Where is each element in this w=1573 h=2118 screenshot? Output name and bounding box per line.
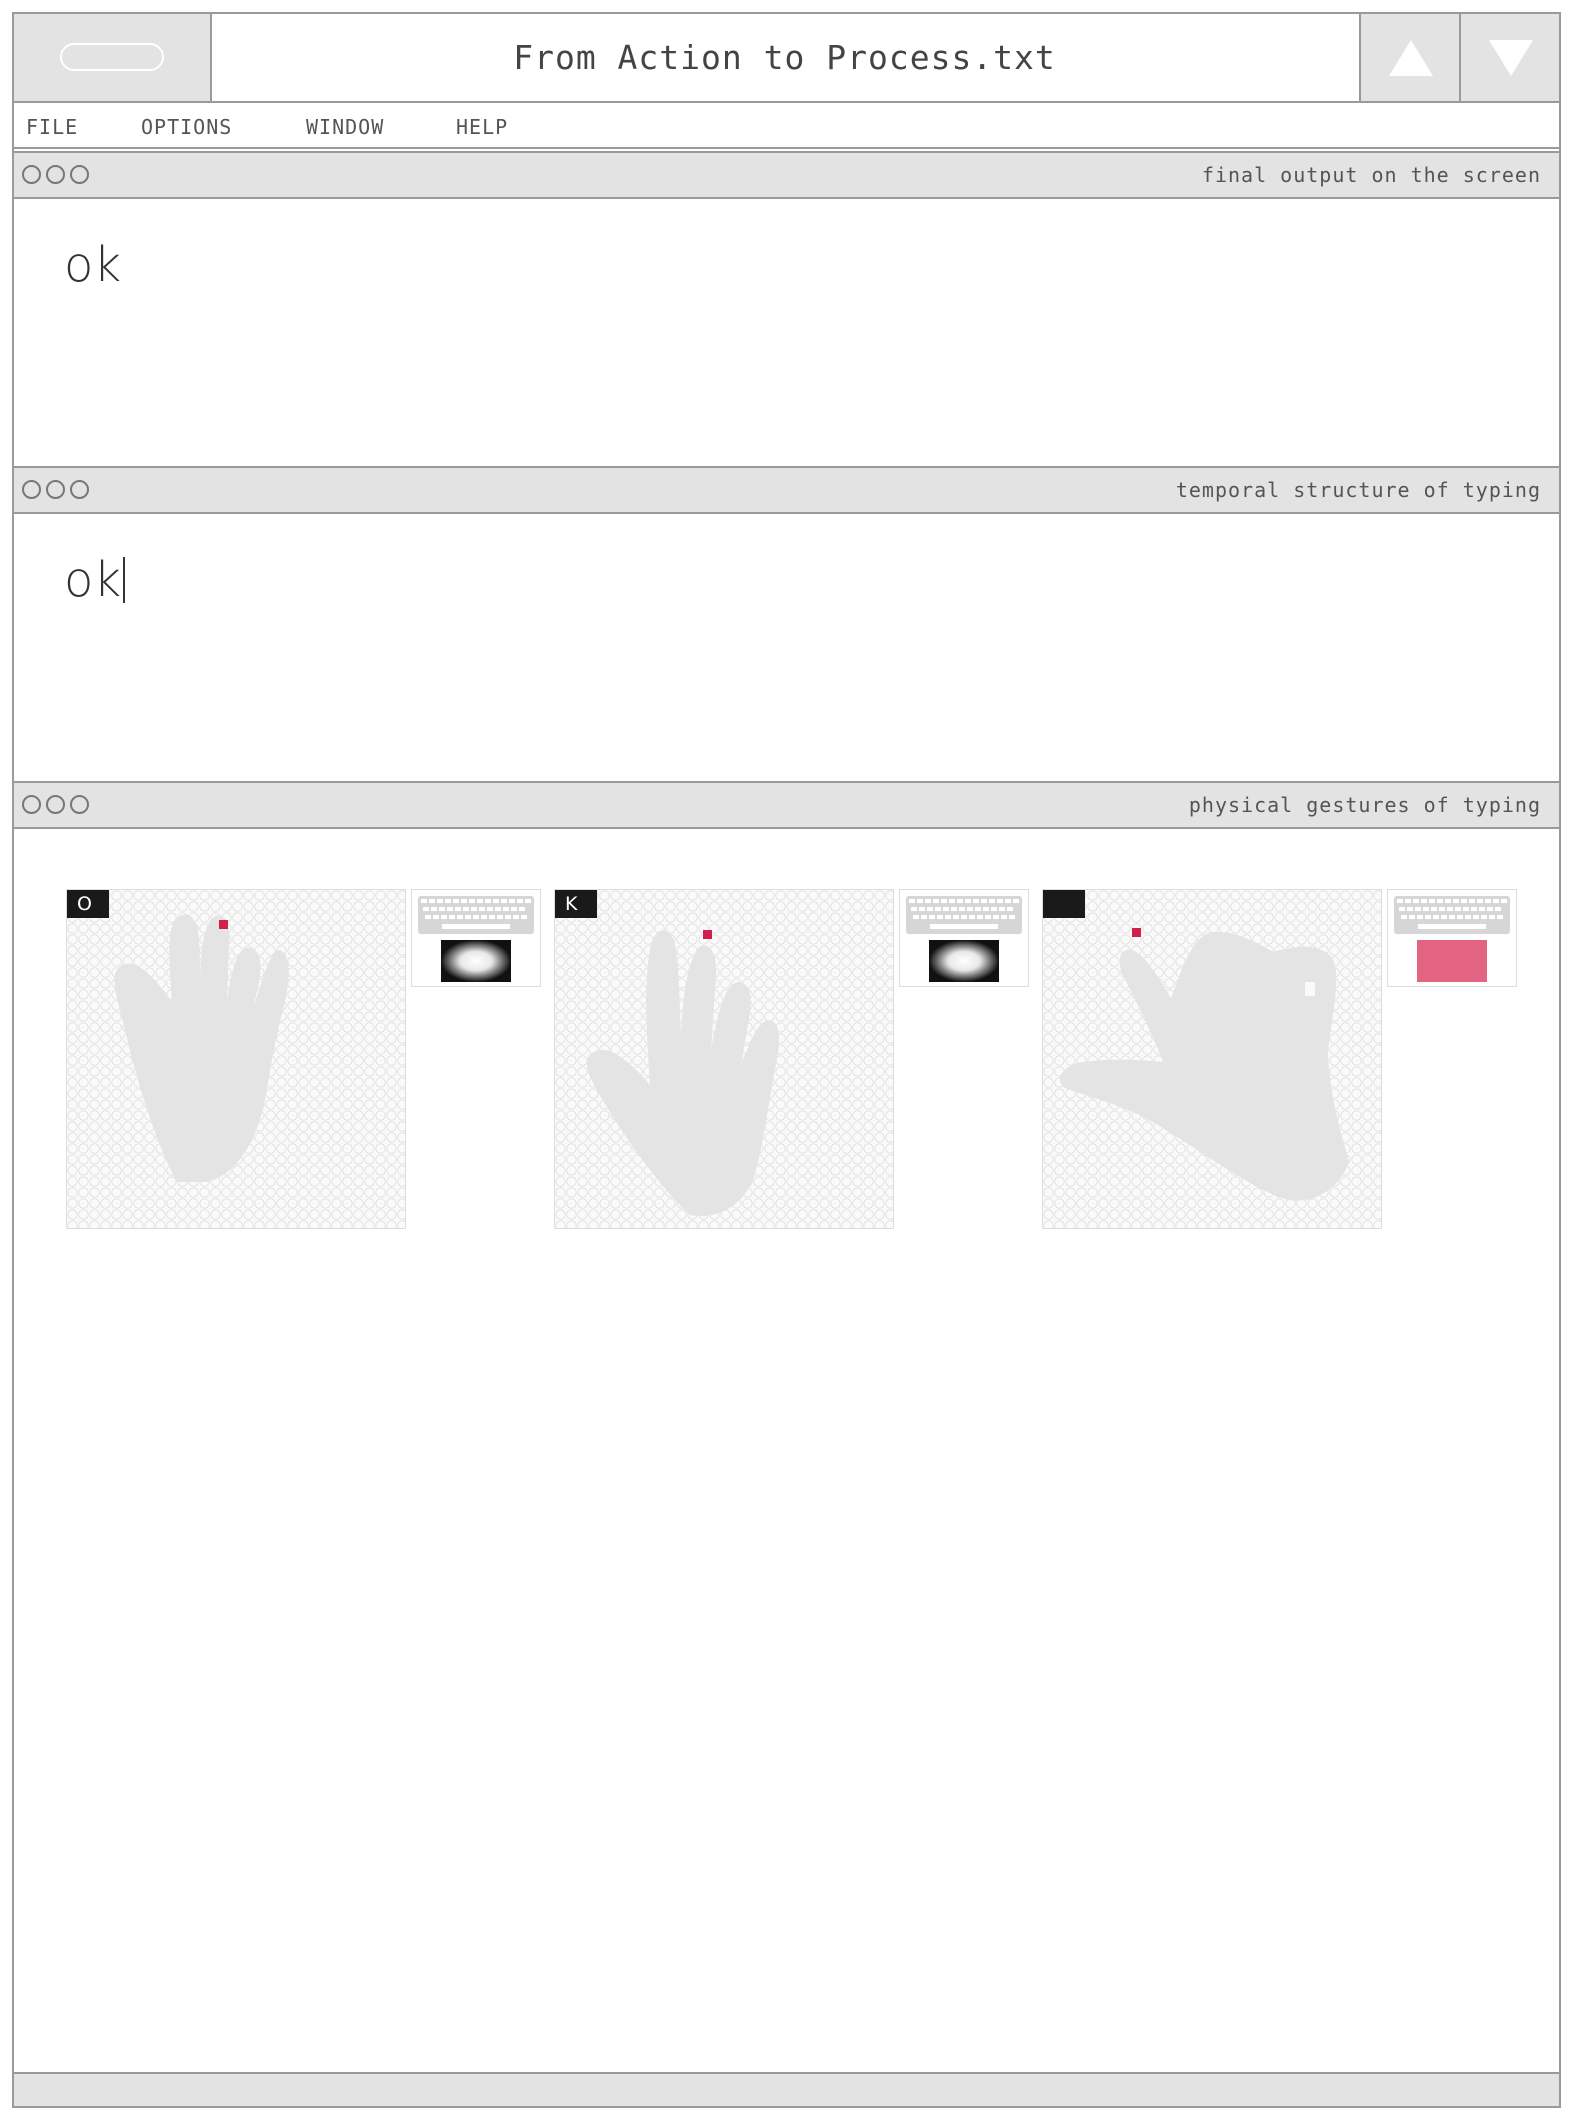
keyboard-icon — [1394, 896, 1510, 982]
keyboard-icon — [418, 896, 534, 982]
circle-icon[interactable] — [70, 795, 89, 814]
title-bar: From Action to Process.txt — [14, 14, 1559, 103]
typing-text-area[interactable]: ok — [64, 552, 126, 608]
menu-file[interactable]: FILE — [26, 115, 78, 139]
gestures-panel: O K — [14, 829, 1559, 2089]
key-label: O — [67, 890, 109, 918]
window-dots — [22, 165, 89, 184]
fingertip-marker — [1132, 928, 1141, 937]
output-text: ok — [64, 237, 122, 293]
temporal-panel-header: temporal structure of typing — [14, 466, 1559, 514]
app-window: From Action to Process.txt FILE OPTIONS … — [12, 12, 1561, 2108]
scroll-down-button[interactable] — [1459, 14, 1559, 101]
hand-illustration — [114, 914, 289, 1182]
keyboard-icon — [906, 896, 1022, 982]
key-label — [1043, 890, 1085, 918]
gestures-panel-header: physical gestures of typing — [14, 781, 1559, 829]
window-dots — [22, 795, 89, 814]
menu-window[interactable]: WINDOW — [306, 115, 384, 139]
circle-icon[interactable] — [46, 165, 65, 184]
panel-title: temporal structure of typing — [1175, 478, 1541, 502]
glow-indicator — [441, 940, 511, 982]
status-bar — [14, 2072, 1559, 2106]
pink-indicator — [1417, 940, 1487, 982]
circle-icon[interactable] — [22, 165, 41, 184]
panel-title: final output on the screen — [1201, 163, 1541, 187]
key-label: K — [555, 890, 597, 918]
fingertip-marker — [219, 920, 228, 929]
circle-icon[interactable] — [70, 480, 89, 499]
fingertip-marker — [703, 930, 712, 939]
menu-bar: FILE OPTIONS WINDOW HELP — [14, 103, 1559, 149]
text-cursor — [123, 557, 126, 603]
triangle-up-icon — [1389, 40, 1433, 76]
window-dots — [22, 480, 89, 499]
hand-illustration — [586, 930, 779, 1217]
output-panel: ok — [14, 199, 1559, 466]
circle-icon[interactable] — [46, 795, 65, 814]
keyboard-indicator — [1387, 889, 1517, 987]
circle-icon[interactable] — [22, 795, 41, 814]
triangle-down-icon — [1489, 40, 1533, 76]
keyboard-indicator — [411, 889, 541, 987]
menu-options[interactable]: OPTIONS — [141, 115, 232, 139]
hand-grid: K — [554, 889, 894, 1229]
temporal-panel: ok — [14, 514, 1559, 781]
circle-icon[interactable] — [22, 480, 41, 499]
hand-illustration — [1059, 928, 1349, 1201]
circle-icon[interactable] — [46, 480, 65, 499]
scroll-up-button[interactable] — [1359, 14, 1459, 101]
panel-title: physical gestures of typing — [1188, 793, 1541, 817]
hand-grid: O — [66, 889, 406, 1229]
window-handle[interactable] — [14, 14, 212, 101]
window-title: From Action to Process.txt — [513, 38, 1056, 77]
typed-text: ok — [64, 552, 122, 608]
output-panel-header: final output on the screen — [14, 151, 1559, 199]
glow-indicator — [929, 940, 999, 982]
hand-grid — [1042, 889, 1382, 1229]
pill-icon — [60, 43, 164, 71]
menu-help[interactable]: HELP — [456, 115, 508, 139]
keyboard-indicator — [899, 889, 1029, 987]
circle-icon[interactable] — [70, 165, 89, 184]
